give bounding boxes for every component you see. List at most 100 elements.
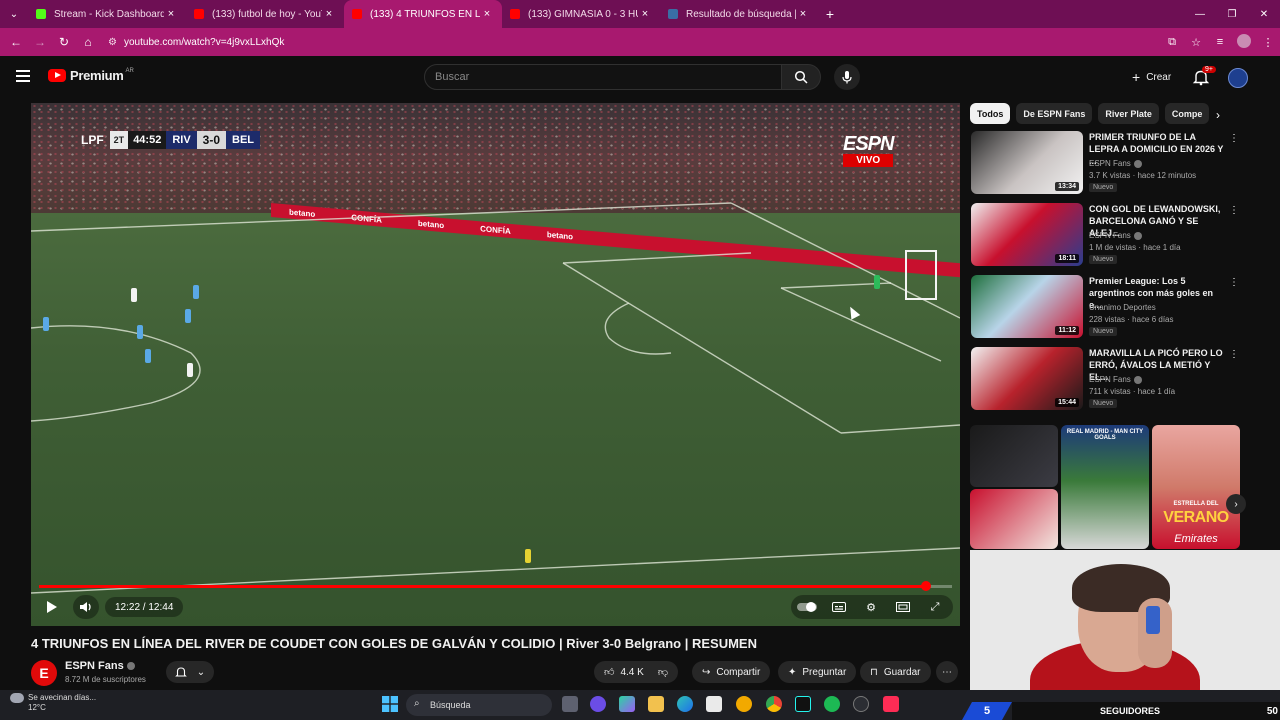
scoreboard: LPF 2T 44:52 RIV 3-0 BEL	[75, 131, 261, 149]
back-icon[interactable]: ←	[4, 35, 28, 49]
spotify-icon[interactable]	[824, 696, 840, 712]
progress-bar[interactable]	[39, 581, 952, 591]
chevron-right-icon[interactable]: ›	[1216, 108, 1220, 122]
forward-icon[interactable]: →	[28, 35, 52, 49]
subscribed-bell-button[interactable]: ⌄	[166, 661, 214, 683]
close-tab-icon[interactable]: ×	[164, 8, 178, 20]
recommendation-channel-text[interactable]: ESPN Fans	[1089, 159, 1131, 168]
profile-icon[interactable]	[1232, 33, 1256, 51]
autoplay-toggle-icon[interactable]	[795, 597, 819, 617]
recommendation-item[interactable]: 11:12 Premier League: Los 5 argentinos c…	[971, 275, 1239, 339]
channel-name-text[interactable]: ESPN Fans	[65, 660, 124, 672]
share-button[interactable]: ↪ Compartir	[692, 661, 771, 683]
more-actions-icon[interactable]: ⋯	[936, 661, 958, 683]
address-bar[interactable]: ⚙ youtube.com/watch?v=4j9vxLLxhQk	[108, 37, 284, 48]
recommendation-item[interactable]: 18:11 CON GOL DE LEWANDOWSKI, BARCELONA …	[971, 203, 1239, 267]
browser-tab-1[interactable]: (133) futbol de hoy - YouTube ×	[186, 0, 344, 28]
footballer	[43, 317, 49, 331]
close-window-icon[interactable]: ✕	[1248, 9, 1280, 20]
video-thumbnail[interactable]: 15:44	[971, 347, 1083, 410]
url-text[interactable]: youtube.com/watch?v=4j9vxLLxhQk	[124, 37, 284, 48]
volume-icon[interactable]	[75, 597, 97, 617]
search-button[interactable]	[781, 64, 821, 90]
home-icon[interactable]: ⌂	[76, 35, 100, 49]
browser-tab-4[interactable]: Resultado de búsqueda | Transf ×	[660, 0, 818, 28]
tiktok-live-icon[interactable]	[883, 696, 899, 712]
reload-icon[interactable]: ↻	[52, 35, 76, 49]
chip-river-plate[interactable]: River Plate	[1098, 103, 1159, 124]
new-tab-icon[interactable]: +	[818, 6, 842, 22]
fullscreen-icon[interactable]: ⤢	[923, 597, 947, 617]
channel-avatar[interactable]: E	[31, 660, 57, 686]
recommendation-channel[interactable]: Unanimo Deportes	[1089, 303, 1156, 312]
site-info-icon[interactable]: ⚙	[108, 37, 124, 48]
cast-icon[interactable]: ⧉	[1160, 36, 1184, 49]
scrubber-handle[interactable]	[920, 581, 931, 591]
chip-compe[interactable]: Compe	[1164, 103, 1210, 124]
short-thumbnail[interactable]	[970, 425, 1058, 487]
browser-tab-2[interactable]: (133) 4 TRIUNFOS EN LÍNEA DE ×	[344, 0, 502, 28]
play-button[interactable]	[39, 597, 65, 617]
short-thumbnail[interactable]: REAL MADRID - MAN CITY GOALS	[1061, 425, 1149, 549]
store-icon[interactable]	[706, 696, 722, 712]
more-options-icon[interactable]: ⋮	[1229, 133, 1239, 144]
video-thumbnail[interactable]: 18:11	[971, 203, 1083, 266]
taskbar-search[interactable]: ⌕ Búsqueda	[406, 694, 552, 716]
windows-start-icon[interactable]	[382, 696, 398, 712]
settings-gear-icon[interactable]: ⚙	[859, 597, 883, 617]
create-button[interactable]: + Crear	[1122, 66, 1181, 88]
chip-from-channel[interactable]: De ESPN Fans	[1016, 103, 1093, 124]
verified-badge-icon	[1133, 159, 1142, 168]
more-options-icon[interactable]: ⋮	[1229, 349, 1239, 360]
browser-tab-0[interactable]: Stream - Kick Dashboard ×	[28, 0, 186, 28]
maximize-icon[interactable]: ❐	[1216, 9, 1248, 20]
chrome-icon[interactable]	[766, 696, 782, 712]
task-view-icon[interactable]	[562, 696, 578, 712]
app-icon[interactable]	[590, 696, 606, 712]
recommendation-channel-text[interactable]: ESPN Fans	[1089, 231, 1131, 240]
channel-name[interactable]: ESPN Fans	[65, 660, 135, 672]
browser-tab-3[interactable]: (133) GIMNASIA 0 - 3 HURACÁ ×	[502, 0, 660, 28]
more-options-icon[interactable]: ⋮	[1229, 205, 1239, 216]
voice-search-button[interactable]	[834, 64, 860, 90]
shelf-next-icon[interactable]: ›	[1226, 494, 1246, 514]
extensions-icon[interactable]: ≡	[1208, 36, 1232, 48]
bookmark-star-icon[interactable]: ☆	[1184, 36, 1208, 49]
time-display: 12:22 / 12:44	[105, 597, 184, 617]
recommendation-item[interactable]: 13:34 PRIMER TRIUNFO DE LA LEPRA A DOMIC…	[971, 131, 1239, 195]
miniplayer-icon[interactable]	[891, 597, 915, 617]
like-button[interactable]: 👍︎ 4.4 K 👎︎	[594, 661, 678, 683]
close-tab-icon[interactable]: ×	[796, 8, 810, 20]
video-player[interactable]: betano CONFÍA betano CONFÍA betano LPF 2…	[31, 103, 960, 626]
youtube-logo[interactable]: Premium AR	[48, 68, 134, 83]
subtitles-icon[interactable]	[827, 597, 851, 617]
video-thumbnail[interactable]: 11:12	[971, 275, 1083, 338]
tab-search-icon[interactable]: ⌄	[0, 0, 28, 28]
browser-menu-icon[interactable]: ⋮	[1256, 36, 1280, 49]
ask-button[interactable]: ✦ Preguntar	[778, 661, 857, 683]
recommendation-channel-text[interactable]: ESPN Fans	[1089, 375, 1131, 384]
search-input[interactable]: Buscar	[424, 64, 782, 90]
save-button[interactable]: ⊓ Guardar	[860, 661, 931, 683]
close-tab-icon[interactable]: ×	[480, 8, 494, 20]
weather-widget[interactable]: Se avecinan días... 12°C	[10, 693, 96, 713]
file-explorer-icon[interactable]	[648, 696, 664, 712]
minimize-icon[interactable]: —	[1184, 9, 1216, 20]
close-tab-icon[interactable]: ×	[322, 8, 336, 20]
account-avatar[interactable]	[1228, 68, 1248, 88]
short-thumbnail[interactable]: ESTRELLA DEL VERANO Emirates	[1152, 425, 1240, 549]
recommendation-item[interactable]: 15:44 MARAVILLA LA PICÓ PERO LO ERRÓ, ÁV…	[971, 347, 1239, 411]
video-thumbnail[interactable]: 13:34	[971, 131, 1083, 194]
menu-icon[interactable]	[16, 70, 30, 82]
copilot-icon[interactable]	[619, 696, 635, 712]
tiktok-icon[interactable]	[795, 696, 811, 712]
chip-all[interactable]: Todos	[970, 103, 1011, 124]
sparkle-icon: ✦	[788, 666, 797, 678]
edge-icon[interactable]	[677, 696, 693, 712]
close-tab-icon[interactable]: ×	[638, 8, 652, 20]
app-icon[interactable]	[736, 696, 752, 712]
more-options-icon[interactable]: ⋮	[1229, 277, 1239, 288]
short-thumbnail[interactable]	[970, 489, 1058, 549]
app-icon[interactable]	[853, 696, 869, 712]
thumbs-down-icon[interactable]: 👎︎	[658, 666, 668, 678]
